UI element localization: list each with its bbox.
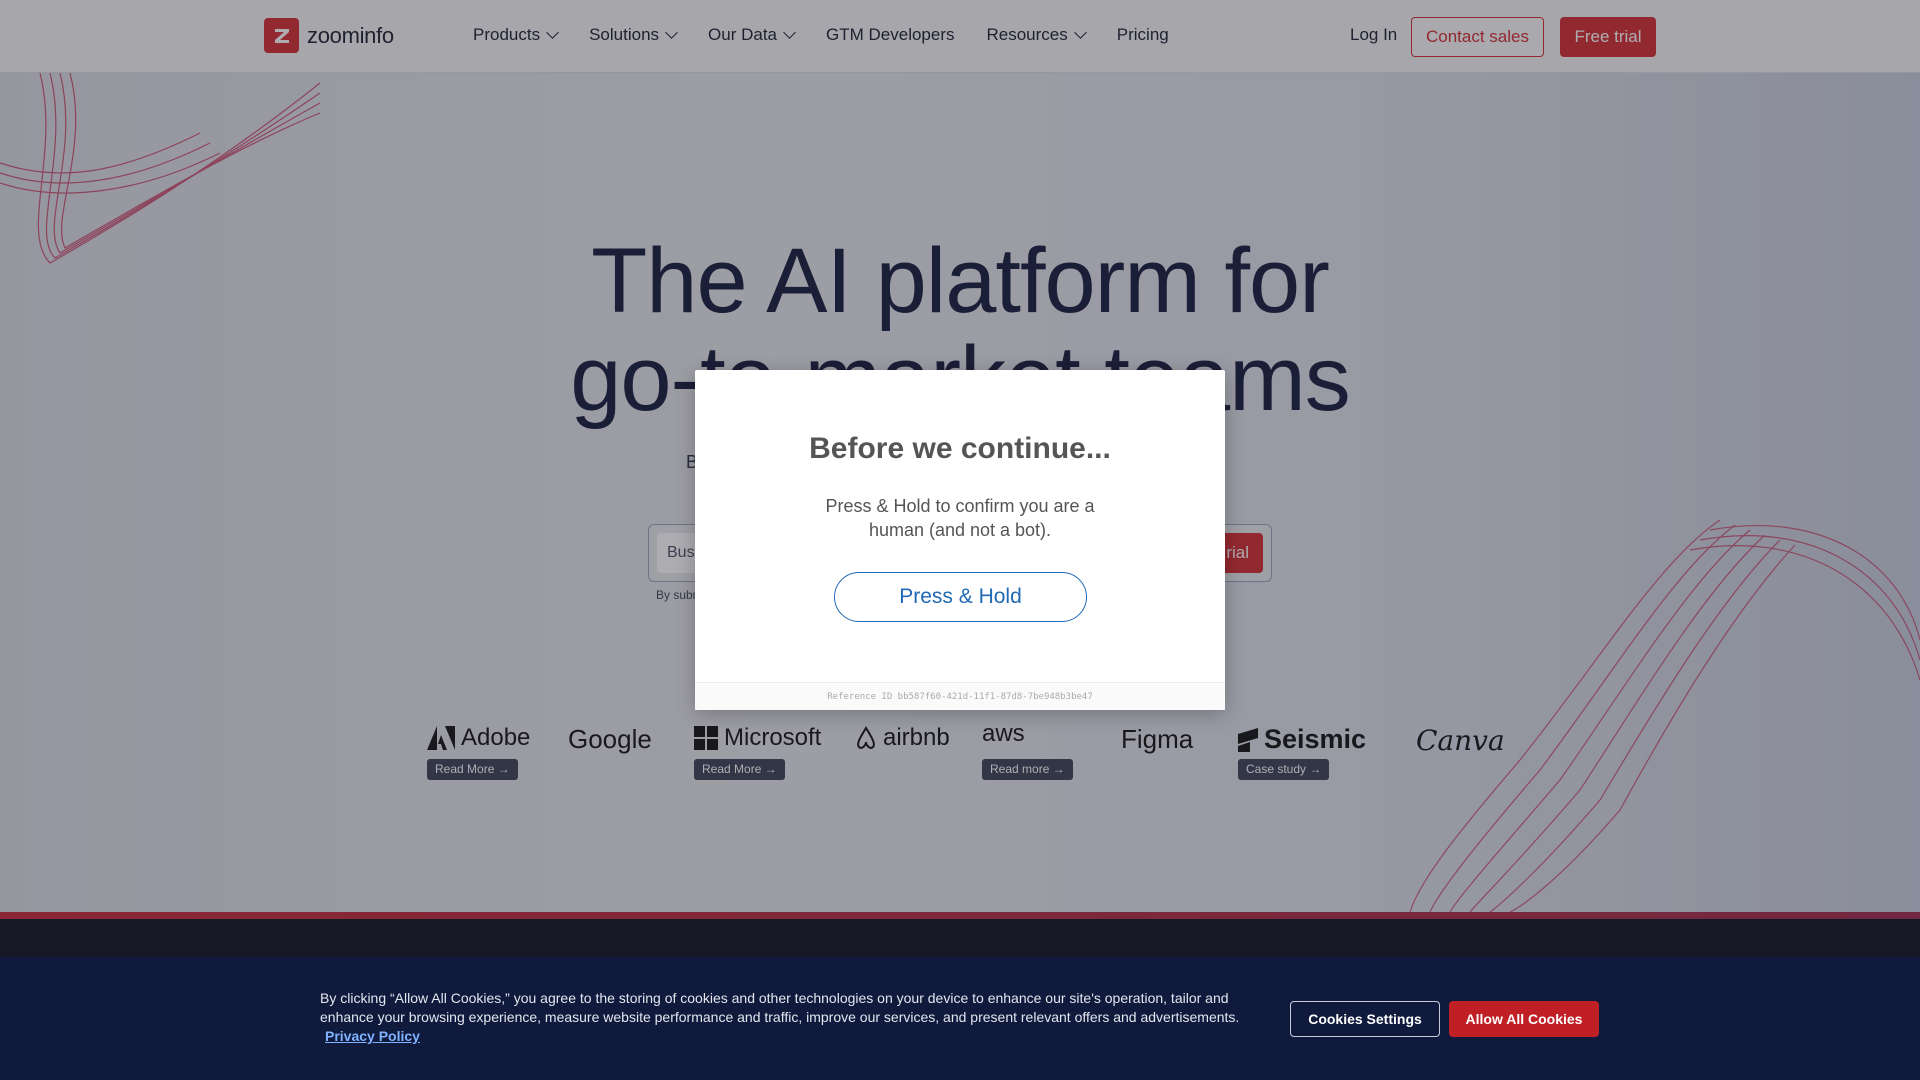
press-and-hold-button[interactable]: Press & Hold — [834, 572, 1087, 622]
cookies-settings-button[interactable]: Cookies Settings — [1290, 1001, 1440, 1037]
bot-check-modal: Before we continue... Press & Hold to co… — [695, 370, 1225, 710]
allow-all-cookies-button[interactable]: Allow All Cookies — [1449, 1001, 1599, 1037]
reference-id: Reference ID bb587f60-421d-11f1-87d8-7be… — [695, 682, 1225, 710]
modal-message: Press & Hold to confirm you are a human … — [825, 496, 1095, 540]
modal-title: Before we continue... — [809, 432, 1111, 465]
cookie-banner: By clicking “Allow All Cookies,” you agr… — [0, 957, 1920, 1080]
privacy-policy-link[interactable]: Privacy Policy — [325, 1028, 420, 1044]
cookie-message: By clicking “Allow All Cookies,” you agr… — [320, 990, 1240, 1025]
